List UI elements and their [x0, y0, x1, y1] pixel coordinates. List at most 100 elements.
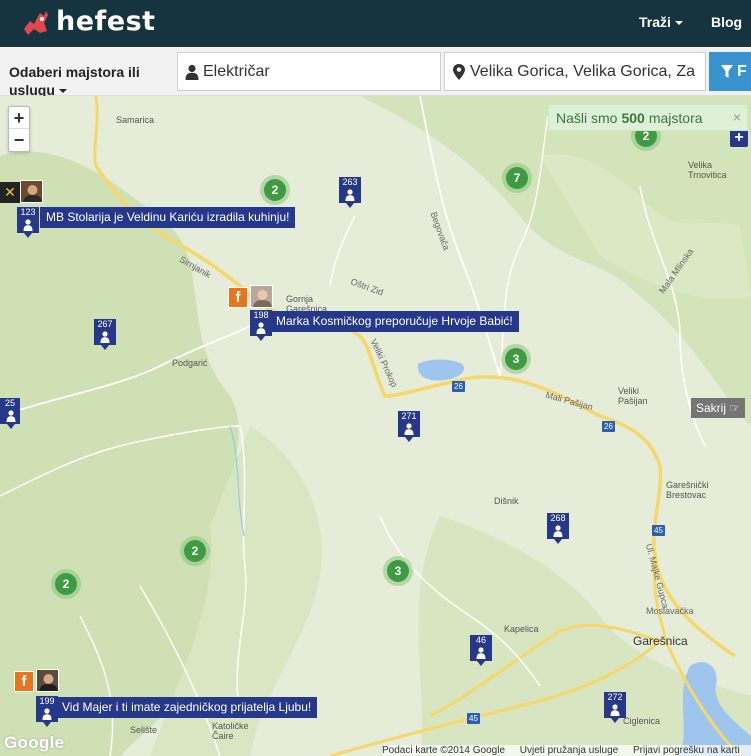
- results-suffix: majstora: [648, 109, 703, 126]
- location-input[interactable]: [470, 62, 705, 81]
- craftsman-pin[interactable]: 267: [94, 319, 116, 350]
- avatar-image: [23, 185, 42, 202]
- person-icon: [404, 423, 414, 435]
- hide-button[interactable]: Sakrij ☞: [691, 398, 746, 418]
- add-button[interactable]: +: [730, 129, 748, 147]
- place-label: Ciglenica: [623, 716, 661, 726]
- choose-service-dropdown[interactable]: Odaberi majstora ili uslugu: [9, 63, 169, 99]
- avatar-image: [39, 674, 58, 691]
- map-canvas[interactable]: Samarica Gornja Garešnica Podgarić Velik…: [0, 96, 751, 756]
- service-input[interactable]: [203, 62, 440, 81]
- craftsman-pin[interactable]: 123: [17, 207, 39, 238]
- person-icon: [476, 647, 486, 659]
- pin-count: 271: [398, 411, 420, 422]
- place-label: Veliki Pašijan: [618, 386, 648, 406]
- google-logo: Google: [4, 733, 65, 752]
- place-label: Garešnički Brestovac: [666, 480, 709, 500]
- location-field[interactable]: [444, 52, 706, 91]
- pin-count: 46: [470, 635, 492, 646]
- filter-button[interactable]: F: [709, 52, 751, 91]
- logo[interactable]: hefest: [20, 6, 156, 37]
- zoom-in-button[interactable]: +: [9, 107, 29, 129]
- avatar-image: [253, 290, 272, 307]
- road-name-label: Moslavačka: [646, 606, 694, 616]
- zoom-out-button[interactable]: −: [9, 129, 29, 151]
- search-bar: Odaberi majstora ili uslugu F: [0, 47, 751, 99]
- place-label: Selište: [130, 725, 158, 735]
- place-label: Kapelica: [504, 624, 539, 634]
- cluster-marker[interactable]: 7: [506, 167, 528, 189]
- craftsman-pin[interactable]: 263: [339, 177, 361, 208]
- person-icon: [100, 331, 110, 343]
- craftsman-pin[interactable]: 198: [250, 310, 272, 341]
- person-icon: [42, 708, 52, 720]
- choose-service-label: Odaberi majstora ili uslugu: [9, 64, 140, 98]
- recommendation-bubble[interactable]: Vid Majer i ti imate zajedničkog prijate…: [56, 697, 318, 718]
- chevron-down-icon: [674, 21, 683, 26]
- craftsman-pin[interactable]: 271: [398, 411, 420, 442]
- attribution-report-link[interactable]: Prijavi pogrešku na karti: [633, 745, 740, 756]
- person-icon: [345, 189, 355, 201]
- road-number-badge: 26: [452, 381, 465, 392]
- person-icon: [23, 219, 33, 231]
- recommendation-bubble[interactable]: MB Stolarija je Veldinu Kariću izradila …: [40, 207, 296, 228]
- map-marker-icon: [453, 63, 465, 80]
- person-icon: [256, 322, 266, 334]
- cluster-marker[interactable]: 2: [55, 573, 77, 595]
- chevron-down-icon: [58, 89, 67, 94]
- nav-blog-link[interactable]: Blog: [711, 14, 742, 30]
- avatar[interactable]: [20, 180, 43, 203]
- pin-count: 25: [0, 398, 20, 409]
- zoom-control: + −: [8, 106, 30, 152]
- pin-count: 198: [250, 310, 272, 321]
- user-icon: [185, 64, 199, 80]
- cluster-marker[interactable]: 2: [184, 540, 206, 562]
- results-prefix: Našli smo: [556, 109, 618, 126]
- place-label: Podgarić: [172, 358, 208, 368]
- cluster-marker[interactable]: 3: [505, 348, 527, 370]
- avatar[interactable]: [36, 669, 59, 692]
- craftsman-pin[interactable]: 199: [36, 696, 58, 727]
- nav-search-menu[interactable]: Traži: [639, 14, 683, 30]
- road-number-badge: 26: [602, 421, 615, 432]
- pin-count: 263: [339, 177, 361, 188]
- avatar[interactable]: [250, 285, 273, 308]
- nav-search-label: Traži: [639, 14, 671, 30]
- road-number-badge: 45: [652, 525, 665, 536]
- place-label: Garešnica: [633, 634, 688, 648]
- pin-count: 272: [604, 692, 626, 703]
- place-label: Katoličke Čaire: [212, 721, 249, 741]
- service-field[interactable]: [177, 52, 441, 91]
- attribution-terms-link[interactable]: Uvjeti pružanja usluge: [520, 745, 618, 756]
- top-navbar: hefest Traži Blog: [0, 0, 751, 47]
- pin-count: 267: [94, 319, 116, 330]
- craftsman-pin[interactable]: 268: [547, 513, 569, 544]
- craftsman-pin[interactable]: 272: [604, 692, 626, 723]
- map-attribution: Podaci karte ©2014 Google Uvjeti pružanj…: [382, 745, 751, 756]
- cluster-marker[interactable]: 3: [387, 560, 409, 582]
- results-notice: Našli smo 500 majstora ×: [548, 104, 748, 131]
- place-label: Samarica: [116, 115, 155, 125]
- person-icon: [553, 525, 563, 537]
- close-icon[interactable]: ×: [733, 109, 741, 125]
- craftsman-pin[interactable]: 46: [470, 635, 492, 666]
- logo-text: hefest: [56, 6, 156, 37]
- pin-count: 199: [36, 696, 58, 707]
- facebook-icon: f: [228, 287, 248, 308]
- facebook-icon: f: [14, 671, 34, 692]
- logo-icon: [24, 10, 48, 35]
- app-root: hefest Traži Blog Odaberi majstora ili u…: [0, 0, 751, 756]
- results-count: 500: [621, 109, 645, 126]
- tools-icon: ✕: [0, 182, 20, 203]
- cluster-marker[interactable]: 2: [264, 179, 286, 201]
- place-label: Dišnik: [494, 496, 519, 506]
- recommendation-bubble[interactable]: Marka Kosmičkog preporučuje Hrvoje Babić…: [270, 311, 519, 332]
- filter-label: F: [737, 62, 747, 80]
- place-label: Velika Trnovitica: [688, 160, 727, 180]
- craftsman-pin[interactable]: 25: [0, 398, 20, 429]
- person-icon: [610, 704, 620, 716]
- person-icon: [6, 410, 16, 422]
- attribution-data: Podaci karte ©2014 Google: [382, 745, 506, 756]
- pin-count: 123: [17, 207, 39, 218]
- pin-count: 268: [547, 513, 569, 524]
